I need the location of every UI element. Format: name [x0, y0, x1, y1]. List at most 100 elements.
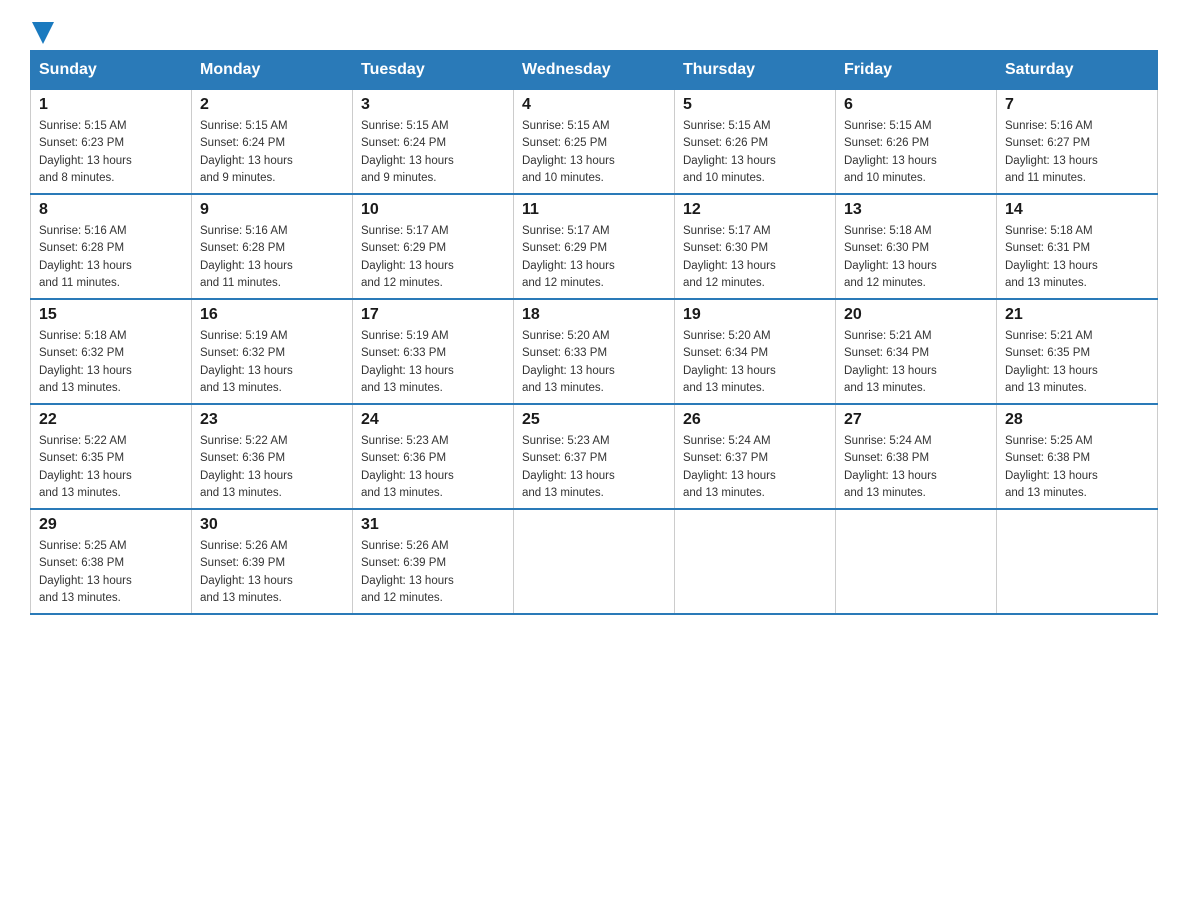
calendar-header-row: Sunday Monday Tuesday Wednesday Thursday…	[31, 51, 1158, 90]
day-number: 26	[683, 411, 827, 429]
calendar-cell: 6 Sunrise: 5:15 AMSunset: 6:26 PMDayligh…	[836, 90, 997, 195]
day-number: 29	[39, 516, 183, 534]
day-info: Sunrise: 5:22 AMSunset: 6:36 PMDaylight:…	[200, 433, 344, 502]
day-number: 2	[200, 96, 344, 114]
day-info: Sunrise: 5:21 AMSunset: 6:35 PMDaylight:…	[1005, 328, 1149, 397]
day-number: 7	[1005, 96, 1149, 114]
day-info: Sunrise: 5:25 AMSunset: 6:38 PMDaylight:…	[39, 538, 183, 607]
day-info: Sunrise: 5:24 AMSunset: 6:37 PMDaylight:…	[683, 433, 827, 502]
day-number: 28	[1005, 411, 1149, 429]
calendar-week-row-3: 15 Sunrise: 5:18 AMSunset: 6:32 PMDaylig…	[31, 299, 1158, 404]
day-number: 12	[683, 201, 827, 219]
calendar-cell: 17 Sunrise: 5:19 AMSunset: 6:33 PMDaylig…	[353, 299, 514, 404]
day-number: 6	[844, 96, 988, 114]
calendar-cell: 12 Sunrise: 5:17 AMSunset: 6:30 PMDaylig…	[675, 194, 836, 299]
col-friday: Friday	[836, 51, 997, 90]
day-number: 8	[39, 201, 183, 219]
calendar-cell: 16 Sunrise: 5:19 AMSunset: 6:32 PMDaylig…	[192, 299, 353, 404]
day-info: Sunrise: 5:25 AMSunset: 6:38 PMDaylight:…	[1005, 433, 1149, 502]
calendar-cell: 3 Sunrise: 5:15 AMSunset: 6:24 PMDayligh…	[353, 90, 514, 195]
col-monday: Monday	[192, 51, 353, 90]
page-header	[30, 20, 1158, 40]
day-number: 5	[683, 96, 827, 114]
day-info: Sunrise: 5:18 AMSunset: 6:32 PMDaylight:…	[39, 328, 183, 397]
day-info: Sunrise: 5:15 AMSunset: 6:24 PMDaylight:…	[200, 118, 344, 187]
day-number: 13	[844, 201, 988, 219]
day-number: 25	[522, 411, 666, 429]
day-number: 9	[200, 201, 344, 219]
day-number: 22	[39, 411, 183, 429]
calendar-cell: 9 Sunrise: 5:16 AMSunset: 6:28 PMDayligh…	[192, 194, 353, 299]
day-info: Sunrise: 5:18 AMSunset: 6:31 PMDaylight:…	[1005, 223, 1149, 292]
logo	[30, 20, 54, 40]
calendar-cell	[836, 509, 997, 614]
day-info: Sunrise: 5:23 AMSunset: 6:37 PMDaylight:…	[522, 433, 666, 502]
calendar-cell: 7 Sunrise: 5:16 AMSunset: 6:27 PMDayligh…	[997, 90, 1158, 195]
calendar-cell: 8 Sunrise: 5:16 AMSunset: 6:28 PMDayligh…	[31, 194, 192, 299]
day-info: Sunrise: 5:17 AMSunset: 6:29 PMDaylight:…	[361, 223, 505, 292]
calendar-cell: 31 Sunrise: 5:26 AMSunset: 6:39 PMDaylig…	[353, 509, 514, 614]
calendar-week-row-2: 8 Sunrise: 5:16 AMSunset: 6:28 PMDayligh…	[31, 194, 1158, 299]
day-info: Sunrise: 5:15 AMSunset: 6:26 PMDaylight:…	[844, 118, 988, 187]
calendar-cell	[675, 509, 836, 614]
calendar-cell: 4 Sunrise: 5:15 AMSunset: 6:25 PMDayligh…	[514, 90, 675, 195]
calendar-cell	[997, 509, 1158, 614]
calendar-week-row-1: 1 Sunrise: 5:15 AMSunset: 6:23 PMDayligh…	[31, 90, 1158, 195]
day-info: Sunrise: 5:15 AMSunset: 6:23 PMDaylight:…	[39, 118, 183, 187]
calendar-cell: 20 Sunrise: 5:21 AMSunset: 6:34 PMDaylig…	[836, 299, 997, 404]
calendar-cell: 30 Sunrise: 5:26 AMSunset: 6:39 PMDaylig…	[192, 509, 353, 614]
calendar-cell: 2 Sunrise: 5:15 AMSunset: 6:24 PMDayligh…	[192, 90, 353, 195]
day-number: 27	[844, 411, 988, 429]
day-number: 19	[683, 306, 827, 324]
calendar-cell: 14 Sunrise: 5:18 AMSunset: 6:31 PMDaylig…	[997, 194, 1158, 299]
calendar-cell: 19 Sunrise: 5:20 AMSunset: 6:34 PMDaylig…	[675, 299, 836, 404]
day-number: 15	[39, 306, 183, 324]
calendar-cell: 23 Sunrise: 5:22 AMSunset: 6:36 PMDaylig…	[192, 404, 353, 509]
day-info: Sunrise: 5:18 AMSunset: 6:30 PMDaylight:…	[844, 223, 988, 292]
col-saturday: Saturday	[997, 51, 1158, 90]
day-number: 17	[361, 306, 505, 324]
day-number: 16	[200, 306, 344, 324]
day-info: Sunrise: 5:20 AMSunset: 6:33 PMDaylight:…	[522, 328, 666, 397]
calendar-week-row-5: 29 Sunrise: 5:25 AMSunset: 6:38 PMDaylig…	[31, 509, 1158, 614]
calendar-cell: 10 Sunrise: 5:17 AMSunset: 6:29 PMDaylig…	[353, 194, 514, 299]
calendar-cell: 13 Sunrise: 5:18 AMSunset: 6:30 PMDaylig…	[836, 194, 997, 299]
day-number: 31	[361, 516, 505, 534]
calendar-cell: 25 Sunrise: 5:23 AMSunset: 6:37 PMDaylig…	[514, 404, 675, 509]
day-number: 11	[522, 201, 666, 219]
col-thursday: Thursday	[675, 51, 836, 90]
calendar-cell: 26 Sunrise: 5:24 AMSunset: 6:37 PMDaylig…	[675, 404, 836, 509]
day-number: 20	[844, 306, 988, 324]
calendar-cell: 5 Sunrise: 5:15 AMSunset: 6:26 PMDayligh…	[675, 90, 836, 195]
calendar-cell	[514, 509, 675, 614]
day-info: Sunrise: 5:17 AMSunset: 6:29 PMDaylight:…	[522, 223, 666, 292]
day-info: Sunrise: 5:17 AMSunset: 6:30 PMDaylight:…	[683, 223, 827, 292]
day-info: Sunrise: 5:26 AMSunset: 6:39 PMDaylight:…	[361, 538, 505, 607]
calendar-cell: 22 Sunrise: 5:22 AMSunset: 6:35 PMDaylig…	[31, 404, 192, 509]
day-info: Sunrise: 5:19 AMSunset: 6:32 PMDaylight:…	[200, 328, 344, 397]
day-info: Sunrise: 5:16 AMSunset: 6:28 PMDaylight:…	[39, 223, 183, 292]
calendar-table: Sunday Monday Tuesday Wednesday Thursday…	[30, 50, 1158, 615]
calendar-cell: 21 Sunrise: 5:21 AMSunset: 6:35 PMDaylig…	[997, 299, 1158, 404]
calendar-week-row-4: 22 Sunrise: 5:22 AMSunset: 6:35 PMDaylig…	[31, 404, 1158, 509]
day-number: 21	[1005, 306, 1149, 324]
col-sunday: Sunday	[31, 51, 192, 90]
day-info: Sunrise: 5:20 AMSunset: 6:34 PMDaylight:…	[683, 328, 827, 397]
day-info: Sunrise: 5:26 AMSunset: 6:39 PMDaylight:…	[200, 538, 344, 607]
calendar-cell: 1 Sunrise: 5:15 AMSunset: 6:23 PMDayligh…	[31, 90, 192, 195]
day-number: 1	[39, 96, 183, 114]
day-info: Sunrise: 5:24 AMSunset: 6:38 PMDaylight:…	[844, 433, 988, 502]
calendar-cell: 29 Sunrise: 5:25 AMSunset: 6:38 PMDaylig…	[31, 509, 192, 614]
col-wednesday: Wednesday	[514, 51, 675, 90]
day-number: 18	[522, 306, 666, 324]
day-number: 30	[200, 516, 344, 534]
calendar-cell: 28 Sunrise: 5:25 AMSunset: 6:38 PMDaylig…	[997, 404, 1158, 509]
day-info: Sunrise: 5:22 AMSunset: 6:35 PMDaylight:…	[39, 433, 183, 502]
calendar-cell: 24 Sunrise: 5:23 AMSunset: 6:36 PMDaylig…	[353, 404, 514, 509]
day-number: 23	[200, 411, 344, 429]
day-number: 3	[361, 96, 505, 114]
day-info: Sunrise: 5:21 AMSunset: 6:34 PMDaylight:…	[844, 328, 988, 397]
calendar-cell: 27 Sunrise: 5:24 AMSunset: 6:38 PMDaylig…	[836, 404, 997, 509]
day-info: Sunrise: 5:15 AMSunset: 6:25 PMDaylight:…	[522, 118, 666, 187]
day-number: 10	[361, 201, 505, 219]
